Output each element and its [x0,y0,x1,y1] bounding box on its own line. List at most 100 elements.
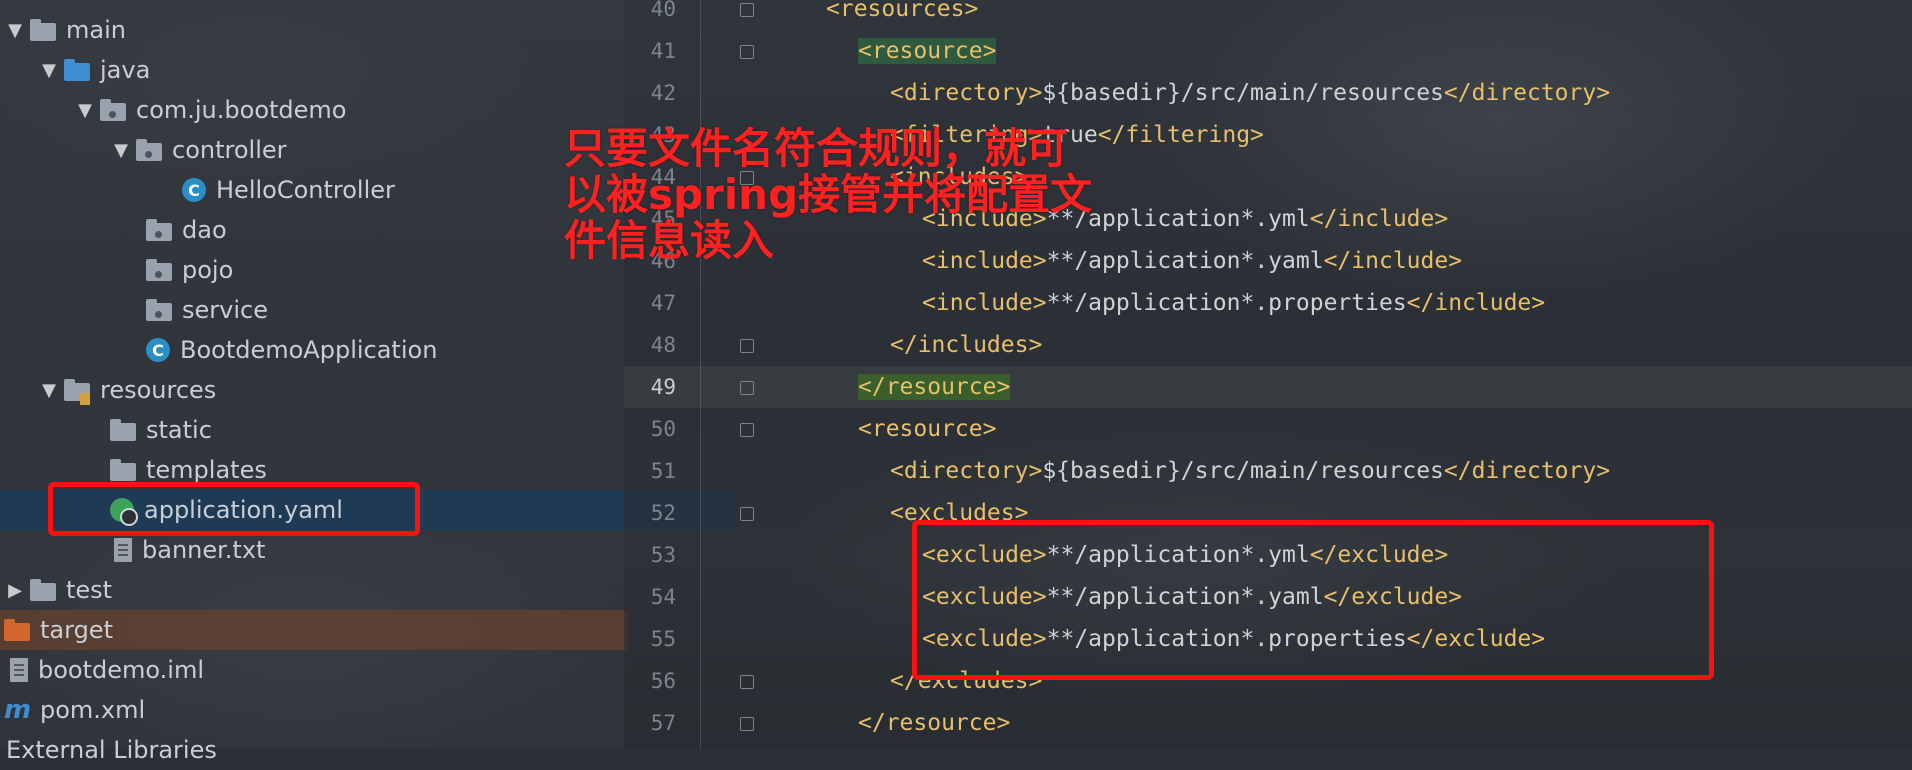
code-line[interactable]: 42 <directory>${basedir}/src/main/resourc… [624,72,1912,114]
package-icon [136,139,162,161]
xml-tag: <directory> [890,80,1043,106]
code-text: <include>**/application*.properties</inc… [922,290,1545,316]
tree-item-label: controller [172,136,287,164]
xml-tag: <include> [922,290,1047,316]
fold-marker-icon[interactable] [740,3,754,17]
expand-arrow-icon[interactable]: ▼ [112,140,130,161]
excluded-folder-icon [4,619,30,641]
line-number: 54 [650,585,676,609]
tree-item-target[interactable]: target [0,610,628,650]
code-text: </resource> [858,710,1010,736]
tree-item-label: com.ju.bootdemo [136,96,347,124]
xml-tag: </include> [1323,248,1463,274]
xml-tag: <resource> [858,38,997,64]
folder-icon [110,419,136,441]
xml-tag: </includes> [890,332,1043,358]
tree-item-label: BootdemoApplication [180,336,438,364]
line-number: 51 [650,459,676,483]
package-icon [146,299,172,321]
fold-marker-icon[interactable] [740,45,754,59]
line-number: 53 [650,543,676,567]
resources-folder-icon [64,379,90,405]
line-number: 56 [650,669,676,693]
expand-arrow-icon[interactable]: ▼ [6,20,24,41]
code-line[interactable]: 49 </resource> [624,366,1912,408]
fold-marker-icon[interactable] [740,381,754,395]
code-line[interactable]: 57 </resource> [624,702,1912,744]
tree-item-label: main [66,16,126,44]
annotation-line: 只要文件名符合规则，就可 [564,124,1069,173]
code-text: <directory>${basedir}/src/main/resources… [890,80,1610,106]
annotation-note: 只要文件名符合规则，就可 以被spring接管并将配置文 件信息读入 [564,126,1124,264]
fold-marker-icon[interactable] [740,675,754,689]
maven-icon: m [4,695,32,725]
project-tree: ▼ main ▼ java ▼ com.ju.bootdemo ▼ contro… [0,0,734,764]
tree-item-label: pojo [182,256,234,284]
tree-item-label: pom.xml [40,696,146,724]
line-number: 40 [650,0,676,21]
package-icon [146,259,172,281]
annotation-line: 件信息读入 [564,216,775,265]
code-text: </resource> [858,374,1011,400]
xml-value: ${basedir}/src/main/resources [1042,80,1444,106]
line-number: 52 [650,501,676,525]
xml-tag: <resource> [858,416,997,442]
xml-tag: <directory> [890,458,1043,484]
code-line[interactable]: 51 <directory>${basedir}/src/main/resourc… [624,450,1912,492]
collapse-arrow-icon[interactable]: ▶ [6,580,24,601]
code-line[interactable]: 47 <include>**/application*.properties</i… [624,282,1912,324]
tree-item-label: resources [100,376,217,404]
fold-marker-icon[interactable] [740,717,754,731]
tree-item-label: dao [182,216,227,244]
code-text: <resource> [858,38,997,64]
xml-tag: </resource> [858,710,1011,736]
code-line[interactable]: 48 </includes> [624,324,1912,366]
code-text: </includes> [890,332,1042,358]
source-folder-icon [64,59,90,81]
xml-value: ${basedir}/src/main/resources [1042,458,1444,484]
tree-item-label: test [66,576,113,604]
expand-arrow-icon[interactable]: ▼ [40,60,58,81]
text-file-icon [114,538,132,562]
code-text: <directory>${basedir}/src/main/resources… [890,458,1610,484]
line-number: 48 [650,333,676,357]
xml-tag: <resources> [826,0,979,22]
code-text: <resource> [858,416,996,442]
fold-marker-icon[interactable] [740,507,754,521]
class-icon: C [182,178,206,202]
tree-item-pom-xml[interactable]: m pom.xml [0,690,628,730]
tree-item-label: bootdemo.iml [38,656,204,684]
tree-item-bootdemo-iml[interactable]: bootdemo.iml [0,650,630,690]
tree-item-main[interactable]: ▼ main [0,10,630,50]
folder-icon [110,459,136,481]
tree-item-label: External Libraries [6,736,217,764]
xml-tag: </resource> [858,374,1011,400]
package-icon [100,99,126,121]
annotation-line: 以被spring接管并将配置文 [564,170,1093,219]
xml-tag: </directory> [1443,80,1611,106]
code-line[interactable]: 41 <resource> [624,30,1912,72]
tree-item-label: static [146,416,212,444]
line-number: 55 [650,627,676,651]
xml-tag: </include> [1406,290,1546,316]
xml-tag: </include> [1309,206,1449,232]
highlight-box-application-yaml [48,482,420,536]
tree-item-label: java [100,56,151,84]
tree-item-java[interactable]: ▼ java [0,50,664,90]
code-line[interactable]: 50 <resource> [624,408,1912,450]
tree-item-label: banner.txt [142,536,266,564]
fold-marker-icon[interactable] [740,339,754,353]
expand-arrow-icon[interactable]: ▼ [76,100,94,121]
line-number: 41 [650,39,676,63]
xml-value: **/application*.properties [1046,290,1407,316]
tree-item-label: HelloController [216,176,395,204]
fold-marker-icon[interactable] [740,423,754,437]
expand-arrow-icon[interactable]: ▼ [40,380,58,401]
highlight-box-excludes [912,520,1714,680]
code-line[interactable]: 40 <resources> [624,0,1912,30]
line-number: 49 [650,375,676,399]
tree-item-test[interactable]: ▶ test [0,570,630,610]
tree-item-external-libraries[interactable]: External Libraries [0,730,630,770]
line-number: 47 [650,291,676,315]
tree-item-resources[interactable]: ▼ resources [0,370,664,410]
